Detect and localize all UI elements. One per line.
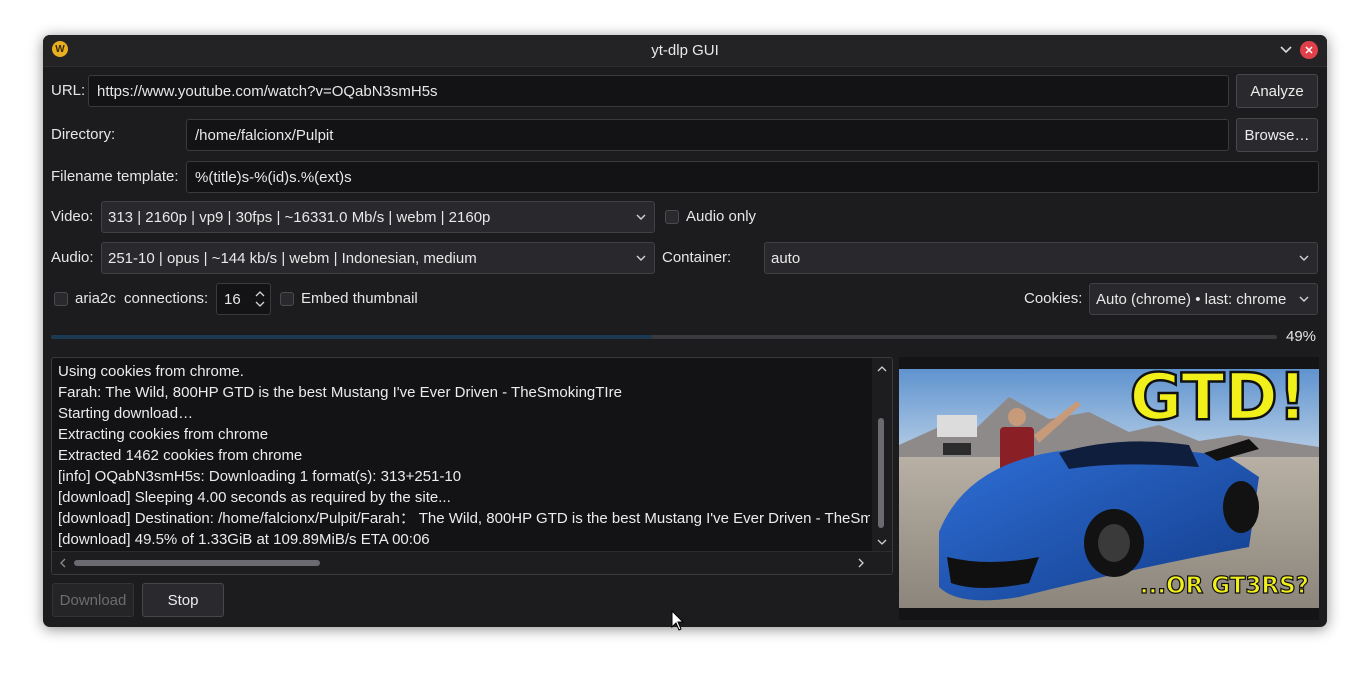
thumbnail-headline: GTD!	[1130, 361, 1307, 435]
stop-button[interactable]: Stop	[142, 583, 224, 617]
aria2c-label: aria2c	[75, 290, 116, 307]
connections-label: connections:	[124, 290, 209, 307]
cookies-label: Cookies:	[1024, 290, 1083, 307]
log-vertical-scroll-thumb[interactable]	[878, 418, 884, 528]
log-line: Extracting cookies from chrome	[58, 426, 269, 443]
log-lines: Using cookies from chrome. Farah: The Wil…	[58, 361, 870, 550]
container-value: auto	[771, 249, 801, 267]
mouse-cursor-icon	[671, 610, 685, 631]
progress-percent: 49%	[1286, 328, 1317, 345]
title-bar: W yt-dlp GUI	[43, 35, 1327, 67]
log-horizontal-scrollbar[interactable]	[52, 551, 892, 574]
window-title: yt-dlp GUI	[651, 42, 719, 59]
chevron-down-icon	[1299, 296, 1309, 302]
log-vertical-scrollbar[interactable]	[872, 358, 892, 553]
thumbnail-tagline: ...OR GT3RS?	[1140, 573, 1309, 599]
connections-value: 16	[224, 290, 241, 308]
analyze-button[interactable]: Analyze	[1236, 74, 1318, 108]
embed-thumbnail-label: Embed thumbnail	[301, 290, 418, 307]
video-format-value: 313 | 2160p | vp9 | 30fps | ~16331.0 Mb/…	[108, 208, 491, 226]
log-line: Farah: The Wild, 800HP GTD is the best M…	[58, 384, 622, 401]
browse-button[interactable]: Browse…	[1236, 118, 1318, 152]
minimize-chevron-icon[interactable]	[1277, 41, 1295, 59]
close-icon[interactable]	[1300, 41, 1318, 59]
video-thumbnail: GTD! ...OR GT3RS?	[899, 357, 1319, 620]
connections-spinbox[interactable]: 16	[216, 283, 271, 315]
thumbnail-image: GTD! ...OR GT3RS?	[899, 360, 1319, 608]
scroll-right-icon[interactable]	[854, 556, 868, 570]
log-horizontal-scroll-thumb[interactable]	[74, 560, 320, 566]
progress-fill	[51, 335, 652, 339]
app-window: W yt-dlp GUI URL: https://www.youtube.co…	[43, 35, 1327, 627]
log-line: Extracted 1462 cookies from chrome	[58, 447, 303, 464]
scroll-left-icon[interactable]	[56, 556, 70, 570]
audio-only-label: Audio only	[686, 208, 757, 225]
url-label: URL:	[51, 82, 86, 99]
embed-thumbnail-checkbox[interactable]	[280, 292, 294, 306]
log-output[interactable]: Using cookies from chrome. Farah: The Wil…	[51, 357, 893, 575]
container-select[interactable]: auto	[764, 242, 1318, 274]
log-line: [download] Sleeping 4.00 seconds as requ…	[58, 489, 451, 506]
filename-template-label: Filename template:	[51, 168, 179, 185]
audio-label: Audio:	[51, 249, 94, 266]
filename-template-input[interactable]: %(title)s-%(id)s.%(ext)s	[186, 161, 1319, 193]
download-button[interactable]: Download	[52, 583, 134, 617]
chevron-down-icon	[636, 255, 646, 261]
audio-format-select[interactable]: 251-10 | opus | ~144 kb/s | webm | Indon…	[101, 242, 655, 274]
log-line: Using cookies from chrome.	[58, 363, 244, 380]
download-progress-bar	[51, 335, 1277, 339]
cookies-value: Auto (chrome) • last: chrome	[1096, 290, 1287, 308]
directory-label: Directory:	[51, 126, 116, 143]
video-label: Video:	[51, 208, 94, 225]
spin-arrows-icon[interactable]	[254, 287, 266, 311]
audio-only-checkbox[interactable]	[665, 210, 679, 224]
log-line: [info] OQabN3smH5s: Downloading 1 format…	[58, 468, 462, 485]
cookies-select[interactable]: Auto (chrome) • last: chrome	[1089, 283, 1318, 315]
scroll-up-icon[interactable]	[875, 362, 889, 376]
log-line: Starting download…	[58, 405, 194, 422]
chevron-down-icon	[1299, 255, 1309, 261]
container-label: Container:	[662, 249, 732, 266]
scroll-down-icon[interactable]	[875, 535, 889, 549]
video-format-select[interactable]: 313 | 2160p | vp9 | 30fps | ~16331.0 Mb/…	[101, 201, 655, 233]
directory-input[interactable]: /home/falcionx/Pulpit	[186, 119, 1229, 151]
audio-format-value: 251-10 | opus | ~144 kb/s | webm | Indon…	[108, 249, 477, 267]
log-line: [download] 49.5% of 1.33GiB at 109.89MiB…	[58, 531, 430, 548]
chevron-down-icon	[636, 214, 646, 220]
aria2c-checkbox[interactable]	[54, 292, 68, 306]
log-line: [download] Destination: /home/falcionx/P…	[58, 510, 870, 527]
url-input[interactable]: https://www.youtube.com/watch?v=OQabN3sm…	[88, 75, 1229, 107]
